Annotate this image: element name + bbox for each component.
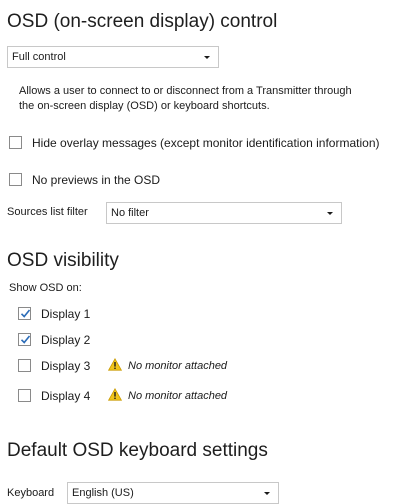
display-3-warning: No monitor attached (128, 360, 228, 372)
display-4-label: Display 4 (41, 389, 91, 403)
sources-filter-value: No filter (111, 207, 149, 219)
section-title-keyboard-settings: Default OSD keyboard settings (7, 440, 268, 461)
no-previews-checkbox[interactable] (9, 173, 22, 186)
hide-overlay-checkbox[interactable] (9, 136, 22, 149)
display-1-checkbox[interactable] (18, 307, 31, 320)
show-osd-on-label: Show OSD on: (9, 282, 82, 294)
display-1-label: Display 1 (41, 307, 91, 321)
keyboard-value: English (US) (72, 487, 134, 499)
keyboard-dropdown[interactable]: English (US) (67, 482, 279, 504)
keyboard-label: Keyboard (7, 487, 55, 499)
osd-mode-value: Full control (12, 51, 66, 63)
no-previews-label: No previews in the OSD (32, 173, 161, 187)
hide-overlay-label: Hide overlay messages (except monitor id… (32, 136, 380, 150)
section-title-osd-visibility: OSD visibility (7, 250, 119, 271)
osd-mode-description-line2: the on-screen display (OSD) or keyboard … (19, 100, 270, 112)
warning-icon (108, 358, 122, 371)
sources-filter-label: Sources list filter (7, 206, 88, 218)
osd-mode-dropdown[interactable]: Full control (7, 46, 219, 68)
warning-icon (108, 388, 122, 401)
osd-mode-description-line1: Allows a user to connect to or disconnec… (19, 85, 352, 97)
checkmark-icon (20, 335, 31, 344)
display-3-checkbox[interactable] (18, 359, 31, 372)
sources-filter-dropdown[interactable]: No filter (106, 202, 342, 224)
chevron-down-icon (327, 212, 333, 215)
section-title-osd-control: OSD (on-screen display) control (7, 11, 278, 32)
checkmark-icon (20, 309, 31, 318)
display-2-checkbox[interactable] (18, 333, 31, 346)
chevron-down-icon (204, 56, 210, 59)
display-2-label: Display 2 (41, 333, 91, 347)
display-4-warning: No monitor attached (128, 390, 228, 402)
display-3-label: Display 3 (41, 359, 91, 373)
chevron-down-icon (264, 492, 270, 495)
display-4-checkbox[interactable] (18, 389, 31, 402)
